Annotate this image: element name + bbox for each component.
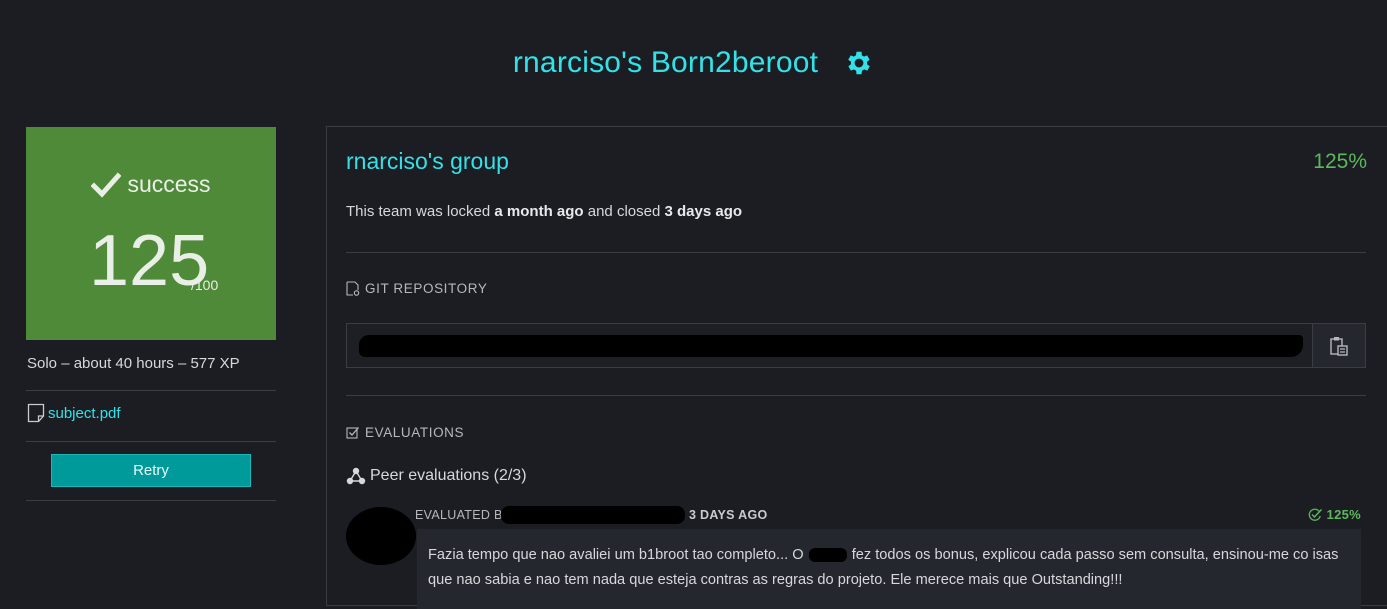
- status-label: success: [127, 171, 211, 197]
- evaluation-score: 125%: [1308, 507, 1361, 522]
- clipboard-icon: [1330, 336, 1348, 356]
- peer-evaluations-title: Peer evaluations (2/3): [346, 467, 527, 485]
- retry-button[interactable]: Retry: [51, 454, 251, 487]
- lock-status: This team was locked a month ago and clo…: [346, 203, 742, 220]
- divider: [26, 441, 276, 442]
- evaluation-date: 3 DAYS AGO: [689, 508, 768, 522]
- evaluation-comment: Fazia tempo que nao avaliei um b1broot t…: [417, 529, 1361, 609]
- lock-prefix: This team was locked: [346, 203, 491, 220]
- divider: [26, 500, 276, 501]
- score-max: /100: [191, 277, 219, 293]
- redacted-repo-url: [359, 335, 1303, 357]
- peer-title-label: Peer evaluations (2/3): [370, 467, 527, 484]
- evaluation-score-value: 125%: [1326, 507, 1361, 522]
- comment-text-start: Fazia tempo que nao avaliei um b1broot t…: [428, 547, 804, 563]
- group-score: 125%: [1313, 150, 1367, 173]
- lock-mid: and closed: [587, 203, 661, 220]
- locked-when: a month ago: [494, 203, 584, 220]
- project-meta: Solo – about 40 hours – 577 XP: [27, 355, 240, 372]
- subject-link[interactable]: subject.pdf: [27, 403, 121, 423]
- checkmark-icon: [91, 171, 122, 198]
- checkbox-icon: [346, 426, 359, 439]
- redacted-name: [808, 548, 847, 563]
- network-icon: [346, 467, 366, 485]
- avatar[interactable]: [346, 507, 416, 565]
- group-title[interactable]: rnarciso's group: [346, 148, 509, 175]
- redacted-evaluator[interactable]: [501, 506, 685, 524]
- repo-url-field[interactable]: [346, 323, 1366, 368]
- page-title: rnarciso's Born2beroot: [512, 46, 819, 79]
- evaluations-section-label: EVALUATIONS: [346, 425, 464, 440]
- git-file-icon: [346, 281, 360, 296]
- status-line: success: [26, 171, 276, 198]
- divider: [26, 390, 276, 391]
- subject-link-label[interactable]: subject.pdf: [48, 405, 121, 422]
- divider: [346, 252, 1366, 253]
- page-header: rnarciso's Born2beroot: [0, 40, 1387, 86]
- copy-button[interactable]: [1312, 324, 1365, 367]
- evaluations-label: EVALUATIONS: [365, 425, 465, 440]
- git-section-label: GIT REPOSITORY: [346, 281, 487, 296]
- gear-icon[interactable]: [844, 48, 874, 78]
- check-circle-icon: [1308, 508, 1322, 521]
- divider: [346, 395, 1366, 396]
- git-label: GIT REPOSITORY: [365, 281, 488, 296]
- evaluated-by-label: EVALUATED BY: [415, 508, 512, 522]
- closed-when: 3 days ago: [664, 203, 743, 220]
- score-card: success 125 /100: [26, 127, 276, 340]
- evaluation-header: EVALUATED BY 3 DAYS AGO 125%: [415, 506, 1361, 526]
- document-icon: [27, 403, 45, 423]
- team-panel: rnarciso's group 125% This team was lock…: [326, 126, 1387, 609]
